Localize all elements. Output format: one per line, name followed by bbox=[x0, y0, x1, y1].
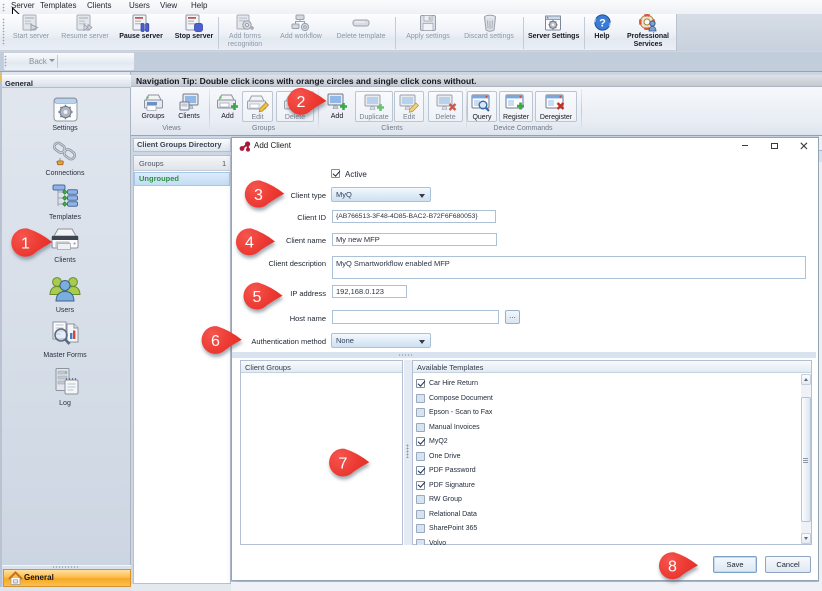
svg-text:?: ? bbox=[599, 17, 606, 29]
